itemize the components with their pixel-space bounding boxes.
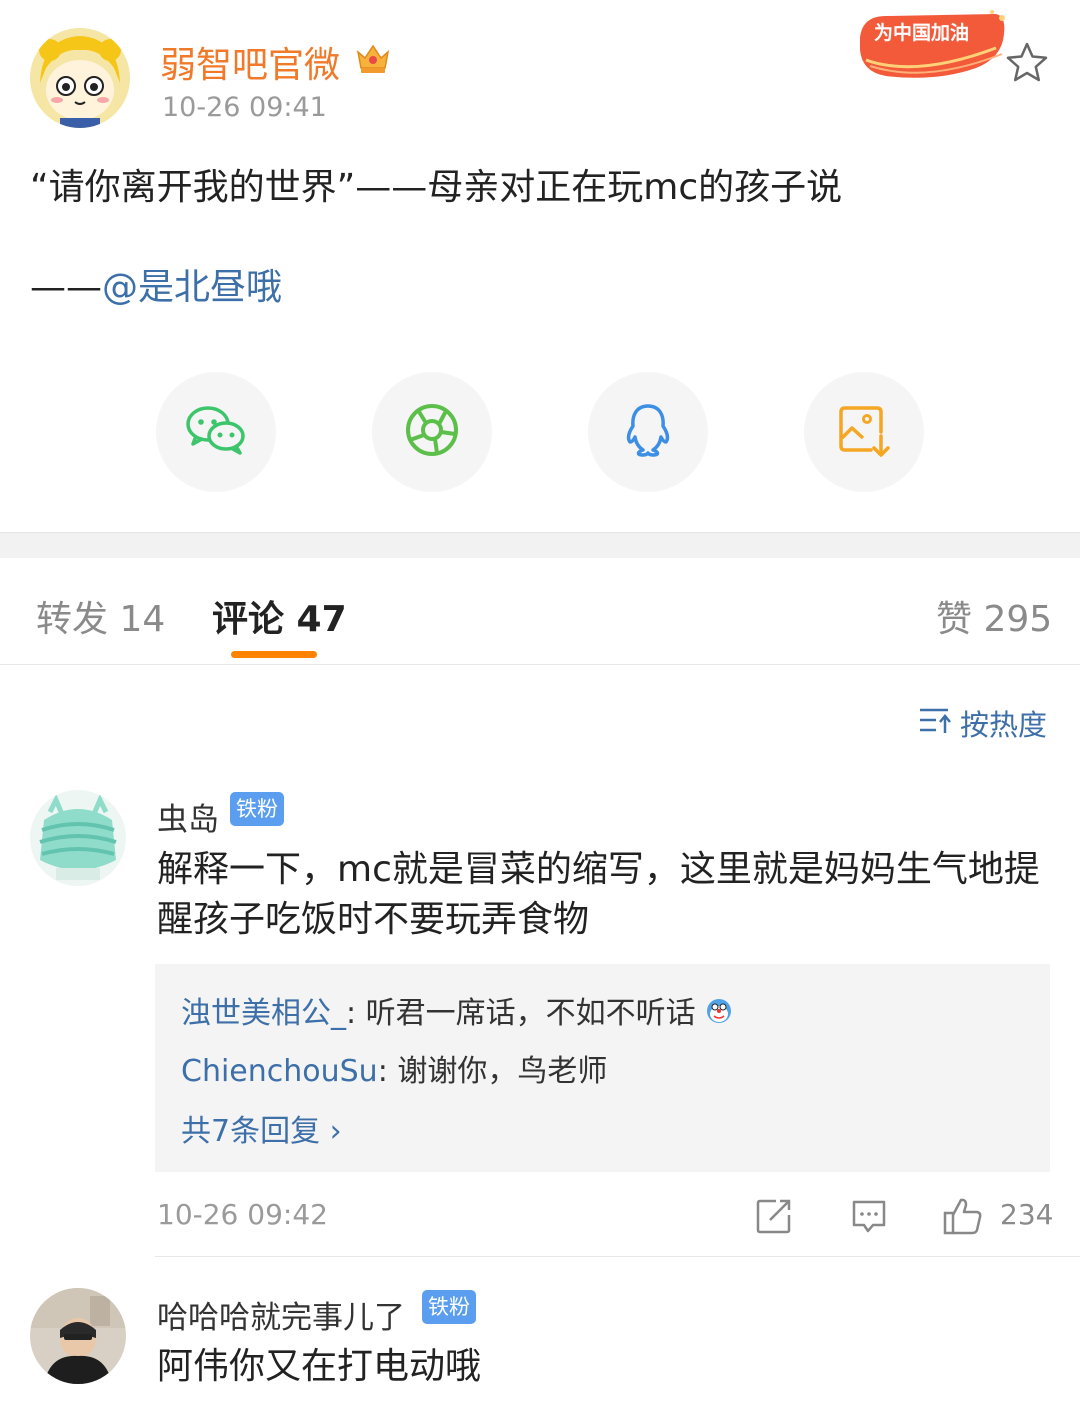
cheer-badge-text: 为中国加油 [874,22,970,44]
section-divider [0,532,1080,558]
commenter-name[interactable]: 虫岛 [157,794,219,839]
post-time: 10-26 09:41 [162,92,327,123]
author-name[interactable]: 弱智吧官微 [160,36,340,88]
emoji-icon [705,997,733,1033]
sort-icon [918,705,954,742]
reply-item[interactable]: 浊世美相公_: 听君一席话，不如不听话 [181,988,733,1033]
tab-comments[interactable]: 评论 47 [212,590,347,642]
fan-badge: 铁粉 [230,792,284,826]
reply-user[interactable]: 浊世美相公_ [181,996,346,1031]
wechat-icon [184,402,248,462]
like-count: 234 [1000,1198,1054,1231]
fan-badge: 铁粉 [422,1290,476,1324]
share-wechat-button[interactable] [156,372,276,492]
reply-comment-icon[interactable] [849,1196,889,1236]
reply-preview-box[interactable]: 浊世美相公_: 听君一席话，不如不听话 ChienchouSu: 谢谢你，鸟老师… [155,964,1050,1172]
author-avatar[interactable] [30,28,130,128]
share-qq-button[interactable] [588,372,708,492]
sort-by-hot-button[interactable]: 按热度 [918,702,1047,744]
commenter-name[interactable]: 哈哈哈就完事儿了 [157,1292,405,1337]
favorite-star-icon[interactable] [1004,40,1050,86]
reply-text: : 谢谢你，鸟老师 [377,1054,608,1089]
comment-text: 解释一下，mc就是冒菜的缩写，这里就是妈妈生气地提醒孩子吃饭时不要玩弄食物 [157,849,1040,940]
repost-comment-icon[interactable] [754,1196,794,1236]
crown-icon [354,38,392,76]
tab-repost[interactable]: 转发 14 [36,590,165,642]
mention-link[interactable]: @是北昼哦 [102,267,282,308]
comment-time: 10-26 09:42 [157,1198,328,1231]
reply-user[interactable]: ChienchouSu [181,1054,378,1089]
commenter-avatar[interactable] [30,790,126,886]
qq-icon [623,402,673,462]
commenter-avatar[interactable] [30,1288,126,1384]
view-all-replies-link[interactable]: 共7条回复 › [181,1106,342,1150]
sort-label: 按热度 [960,708,1048,742]
tabs-divider [0,664,1080,665]
credit-prefix: —— [30,267,102,308]
post-credit: ——@是北昼哦 [30,258,282,310]
moments-icon [404,402,460,462]
share-moments-button[interactable] [372,372,492,492]
comment-divider [155,1256,1080,1257]
tab-likes[interactable]: 赞 295 [936,590,1052,642]
save-image-button[interactable] [804,372,924,492]
reply-item[interactable]: ChienchouSu: 谢谢你，鸟老师 [181,1046,607,1090]
cheer-badge[interactable]: 为中国加油 [856,8,1012,80]
post-text: “请你离开我的世界”——母亲对正在玩mc的孩子说 [30,167,843,208]
comment-text: 阿伟你又在打电动哦 [157,1346,482,1387]
reply-text: : 听君一席话，不如不听话 [346,996,696,1031]
like-thumb-icon[interactable] [942,1196,982,1236]
save-image-icon [837,402,891,462]
active-tab-indicator [231,651,317,658]
